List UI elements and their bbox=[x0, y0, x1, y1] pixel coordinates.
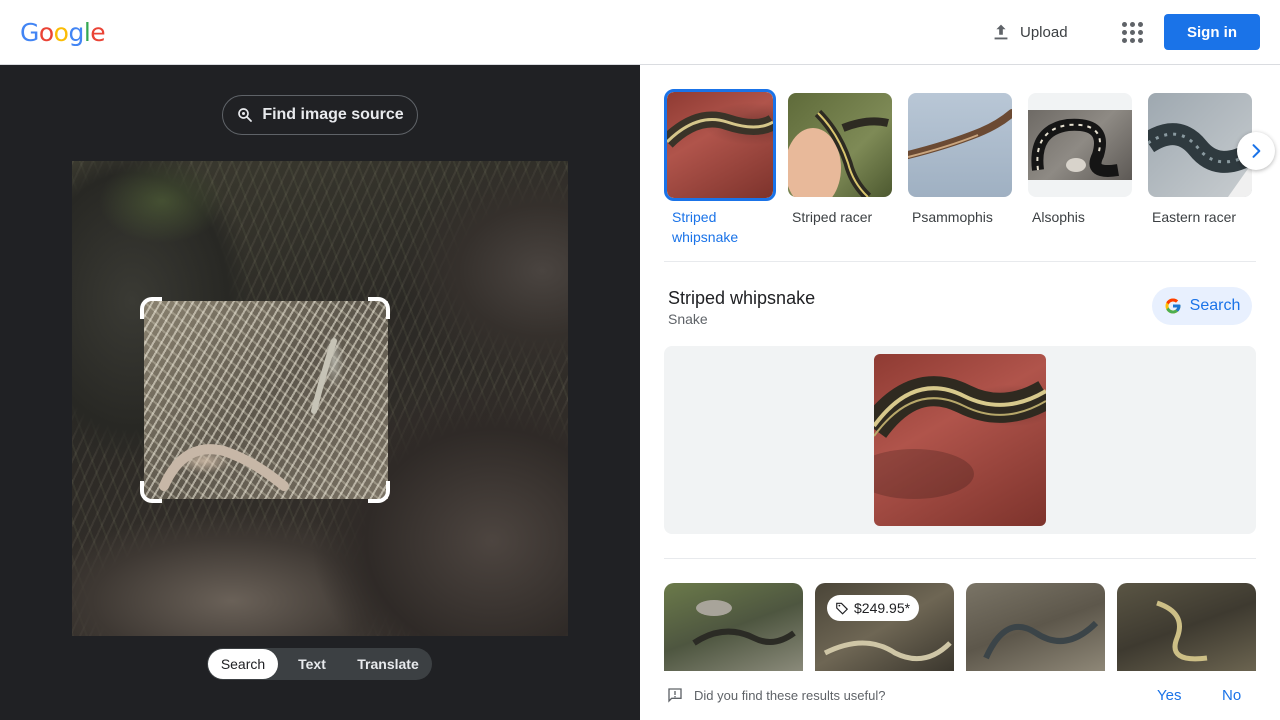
entity-chip-alsophis[interactable]: Alsophis bbox=[1028, 93, 1132, 227]
crop-handle-bottom-left[interactable] bbox=[140, 481, 162, 503]
entity-search-button[interactable]: Search bbox=[1152, 287, 1252, 325]
entity-image-panel bbox=[664, 346, 1256, 534]
google-g-icon bbox=[1165, 298, 1181, 314]
tab-translate[interactable]: Translate bbox=[346, 649, 430, 679]
chip-label: Psammophis bbox=[912, 209, 993, 225]
entity-chip-striped-racer[interactable]: Striped racer bbox=[788, 93, 892, 227]
chip-thumbnail bbox=[788, 93, 892, 197]
crop-handle-bottom-right[interactable] bbox=[368, 481, 390, 503]
query-image-pane: Find image source Search Text Translate bbox=[0, 65, 640, 720]
upload-label: Upload bbox=[1020, 23, 1068, 41]
snake-shape bbox=[159, 338, 337, 491]
feedback-bar: Did you find these results useful? Yes N… bbox=[640, 671, 1280, 720]
feedback-no-button[interactable]: No bbox=[1222, 687, 1241, 704]
apps-grid-icon[interactable] bbox=[1120, 20, 1144, 44]
entity-image[interactable] bbox=[874, 354, 1046, 526]
lens-search-icon bbox=[238, 108, 253, 122]
chip-label: Eastern racer bbox=[1152, 209, 1237, 225]
mode-tabs: Search Text Translate bbox=[207, 648, 432, 680]
logo-letter: g bbox=[68, 18, 84, 47]
visual-match-result[interactable] bbox=[966, 583, 1105, 671]
entity-title: Striped whipsnake bbox=[668, 288, 816, 308]
google-logo[interactable]: Google bbox=[20, 18, 106, 47]
image-texture bbox=[72, 161, 272, 321]
entity-subtitle: Snake bbox=[668, 311, 708, 327]
price-label: $249.95* bbox=[854, 600, 911, 616]
tag-icon bbox=[836, 602, 849, 615]
tab-search[interactable]: Search bbox=[208, 649, 278, 679]
entity-chip-eastern-racer[interactable]: Eastern racer bbox=[1148, 93, 1252, 227]
chevron-right-icon[interactable] bbox=[1237, 132, 1275, 170]
divider bbox=[664, 261, 1256, 262]
chip-thumbnail bbox=[1148, 93, 1252, 197]
query-image bbox=[72, 161, 568, 636]
entity-chip-striped-whipsnake[interactable]: Striped whipsnake bbox=[664, 89, 776, 247]
entity-search-label: Search bbox=[1189, 297, 1241, 314]
find-image-source-button[interactable]: Find image source bbox=[222, 95, 418, 135]
chip-label: Striped whipsnake bbox=[672, 209, 739, 245]
feedback-question: Did you find these results useful? bbox=[694, 688, 886, 703]
top-bar: Google Upload Sign in bbox=[0, 0, 1280, 65]
chip-label: Striped racer bbox=[792, 209, 873, 225]
visual-match-result[interactable] bbox=[664, 583, 803, 671]
chip-thumbnail bbox=[908, 93, 1012, 197]
chip-label: Alsophis bbox=[1032, 209, 1085, 225]
chip-thumbnail bbox=[1028, 93, 1132, 197]
logo-letter: o bbox=[38, 18, 54, 47]
results-pane: Striped whipsnake Striped racer Psammoph… bbox=[640, 65, 1280, 720]
price-badge: $249.95* bbox=[827, 595, 920, 621]
logo-letter: o bbox=[53, 18, 69, 47]
logo-letter: G bbox=[20, 18, 39, 47]
crop-handle-top-left[interactable] bbox=[140, 297, 162, 319]
upload-icon bbox=[994, 24, 1008, 40]
feedback-yes-button[interactable]: Yes bbox=[1157, 687, 1181, 704]
tab-text[interactable]: Text bbox=[278, 649, 346, 679]
logo-letter: e bbox=[90, 18, 106, 47]
chip-thumbnail bbox=[664, 89, 776, 201]
feedback-icon bbox=[668, 688, 682, 703]
selected-region[interactable] bbox=[144, 301, 388, 499]
divider bbox=[664, 558, 1256, 559]
visual-match-result[interactable] bbox=[1117, 583, 1256, 671]
find-image-source-label: Find image source bbox=[262, 106, 404, 123]
crop-handle-top-right[interactable] bbox=[368, 297, 390, 319]
entity-chip-psammophis[interactable]: Psammophis bbox=[908, 93, 1012, 227]
sign-in-button[interactable]: Sign in bbox=[1164, 14, 1260, 50]
visual-match-result[interactable]: $249.95* bbox=[815, 583, 954, 671]
upload-button[interactable]: Upload bbox=[990, 18, 1068, 46]
